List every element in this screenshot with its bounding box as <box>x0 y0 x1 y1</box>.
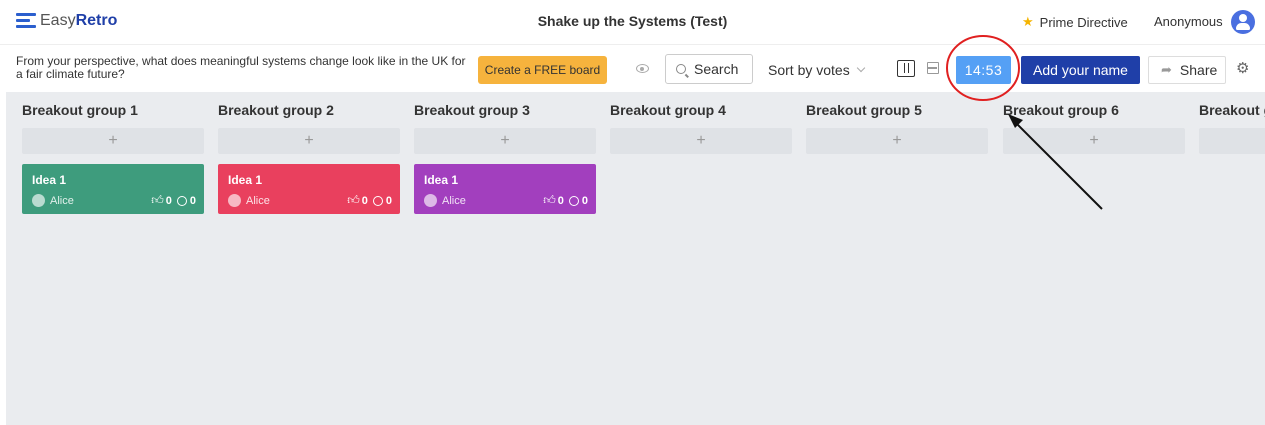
comment-icon[interactable] <box>372 195 383 206</box>
board-toolbar: From your perspective, what does meaning… <box>0 44 1265 92</box>
column-title: Breakout group 7 <box>1199 102 1265 118</box>
card-actions: 👍︎ 0 0 <box>543 193 588 208</box>
author-name: Alice <box>246 194 270 207</box>
author-avatar-icon <box>32 194 45 207</box>
card-actions: 👍︎ 0 0 <box>347 193 392 208</box>
column-title: Breakout group 1 <box>22 102 138 118</box>
add-card-button[interactable]: + <box>414 128 596 154</box>
star-icon: ★ <box>1022 14 1034 29</box>
avatar-icon[interactable] <box>1231 10 1255 34</box>
card-author: Alice <box>32 194 74 207</box>
thumbs-up-icon[interactable]: 👍︎ <box>543 193 556 208</box>
add-card-button[interactable]: + <box>1199 128 1265 154</box>
comment-icon[interactable] <box>176 195 187 206</box>
card[interactable]: Idea 1 Alice 👍︎ 0 0 <box>414 164 596 214</box>
create-free-board-button[interactable]: Create a FREE board <box>478 56 607 84</box>
sort-label: Sort by votes <box>768 62 850 78</box>
logo-icon <box>16 13 36 29</box>
chevron-down-icon <box>856 63 865 73</box>
column-title: Breakout group 2 <box>218 102 334 118</box>
search-icon <box>676 64 686 74</box>
search-button[interactable]: Search <box>665 54 753 84</box>
share-button[interactable]: ➦ Share <box>1148 56 1226 84</box>
comment-icon[interactable] <box>568 195 579 206</box>
author-name: Alice <box>50 194 74 207</box>
column-title: Breakout group 6 <box>1003 102 1119 118</box>
user-name[interactable]: Anonymous <box>1154 14 1223 29</box>
share-label: Share <box>1179 62 1218 78</box>
card-title: Idea 1 <box>228 173 263 187</box>
add-card-button[interactable]: + <box>806 128 988 154</box>
sort-dropdown[interactable]: Sort by votes <box>768 62 865 78</box>
eye-icon[interactable] <box>636 64 649 73</box>
column-title: Breakout group 3 <box>414 102 530 118</box>
prime-directive-label: Prime Directive <box>1039 14 1128 30</box>
card-title: Idea 1 <box>424 173 459 187</box>
card-title: Idea 1 <box>32 173 67 187</box>
add-card-button[interactable]: + <box>22 128 204 154</box>
search-label: Search <box>694 61 739 77</box>
add-card-button[interactable]: + <box>218 128 400 154</box>
add-your-name-button[interactable]: Add your name <box>1021 56 1140 84</box>
prime-directive-link[interactable]: ★ Prime Directive <box>1022 14 1128 30</box>
column-title: Breakout group 4 <box>610 102 726 118</box>
gear-icon[interactable]: ⚙ <box>1236 61 1250 76</box>
vote-count: 0 <box>557 194 564 207</box>
logo-text-easy: Easy <box>40 12 76 29</box>
add-card-button[interactable]: + <box>610 128 792 154</box>
top-header: Easy Retro Shake up the Systems (Test) ★… <box>0 0 1265 44</box>
column-title: Breakout group 5 <box>806 102 922 118</box>
logo-text-retro: Retro <box>75 12 118 29</box>
logo[interactable]: Easy Retro <box>16 12 117 30</box>
timer-button[interactable]: 14:53 <box>956 56 1011 84</box>
card[interactable]: Idea 1 Alice 👍︎ 0 0 <box>22 164 204 214</box>
card-author: Alice <box>228 194 270 207</box>
comment-count: 0 <box>385 194 392 207</box>
thumbs-up-icon[interactable]: 👍︎ <box>347 193 360 208</box>
column-view-icon[interactable] <box>897 60 915 77</box>
add-card-button[interactable]: + <box>1003 128 1185 154</box>
share-icon: ➦ <box>1161 62 1172 77</box>
author-avatar-icon <box>228 194 241 207</box>
thumbs-up-icon[interactable]: 👍︎ <box>151 193 164 208</box>
card-actions: 👍︎ 0 0 <box>151 193 196 208</box>
card[interactable]: Idea 1 Alice 👍︎ 0 0 <box>218 164 400 214</box>
vote-count: 0 <box>361 194 368 207</box>
board-question: From your perspective, what does meaning… <box>16 54 466 81</box>
row-view-icon[interactable] <box>927 62 939 74</box>
comment-count: 0 <box>189 194 196 207</box>
board-title[interactable]: Shake up the Systems (Test) <box>538 13 728 29</box>
card-author: Alice <box>424 194 466 207</box>
author-avatar-icon <box>424 194 437 207</box>
author-name: Alice <box>442 194 466 207</box>
board-columns: Breakout group 1 + Idea 1 Alice 👍︎ 0 0 B… <box>6 92 1265 425</box>
vote-count: 0 <box>165 194 172 207</box>
comment-count: 0 <box>581 194 588 207</box>
